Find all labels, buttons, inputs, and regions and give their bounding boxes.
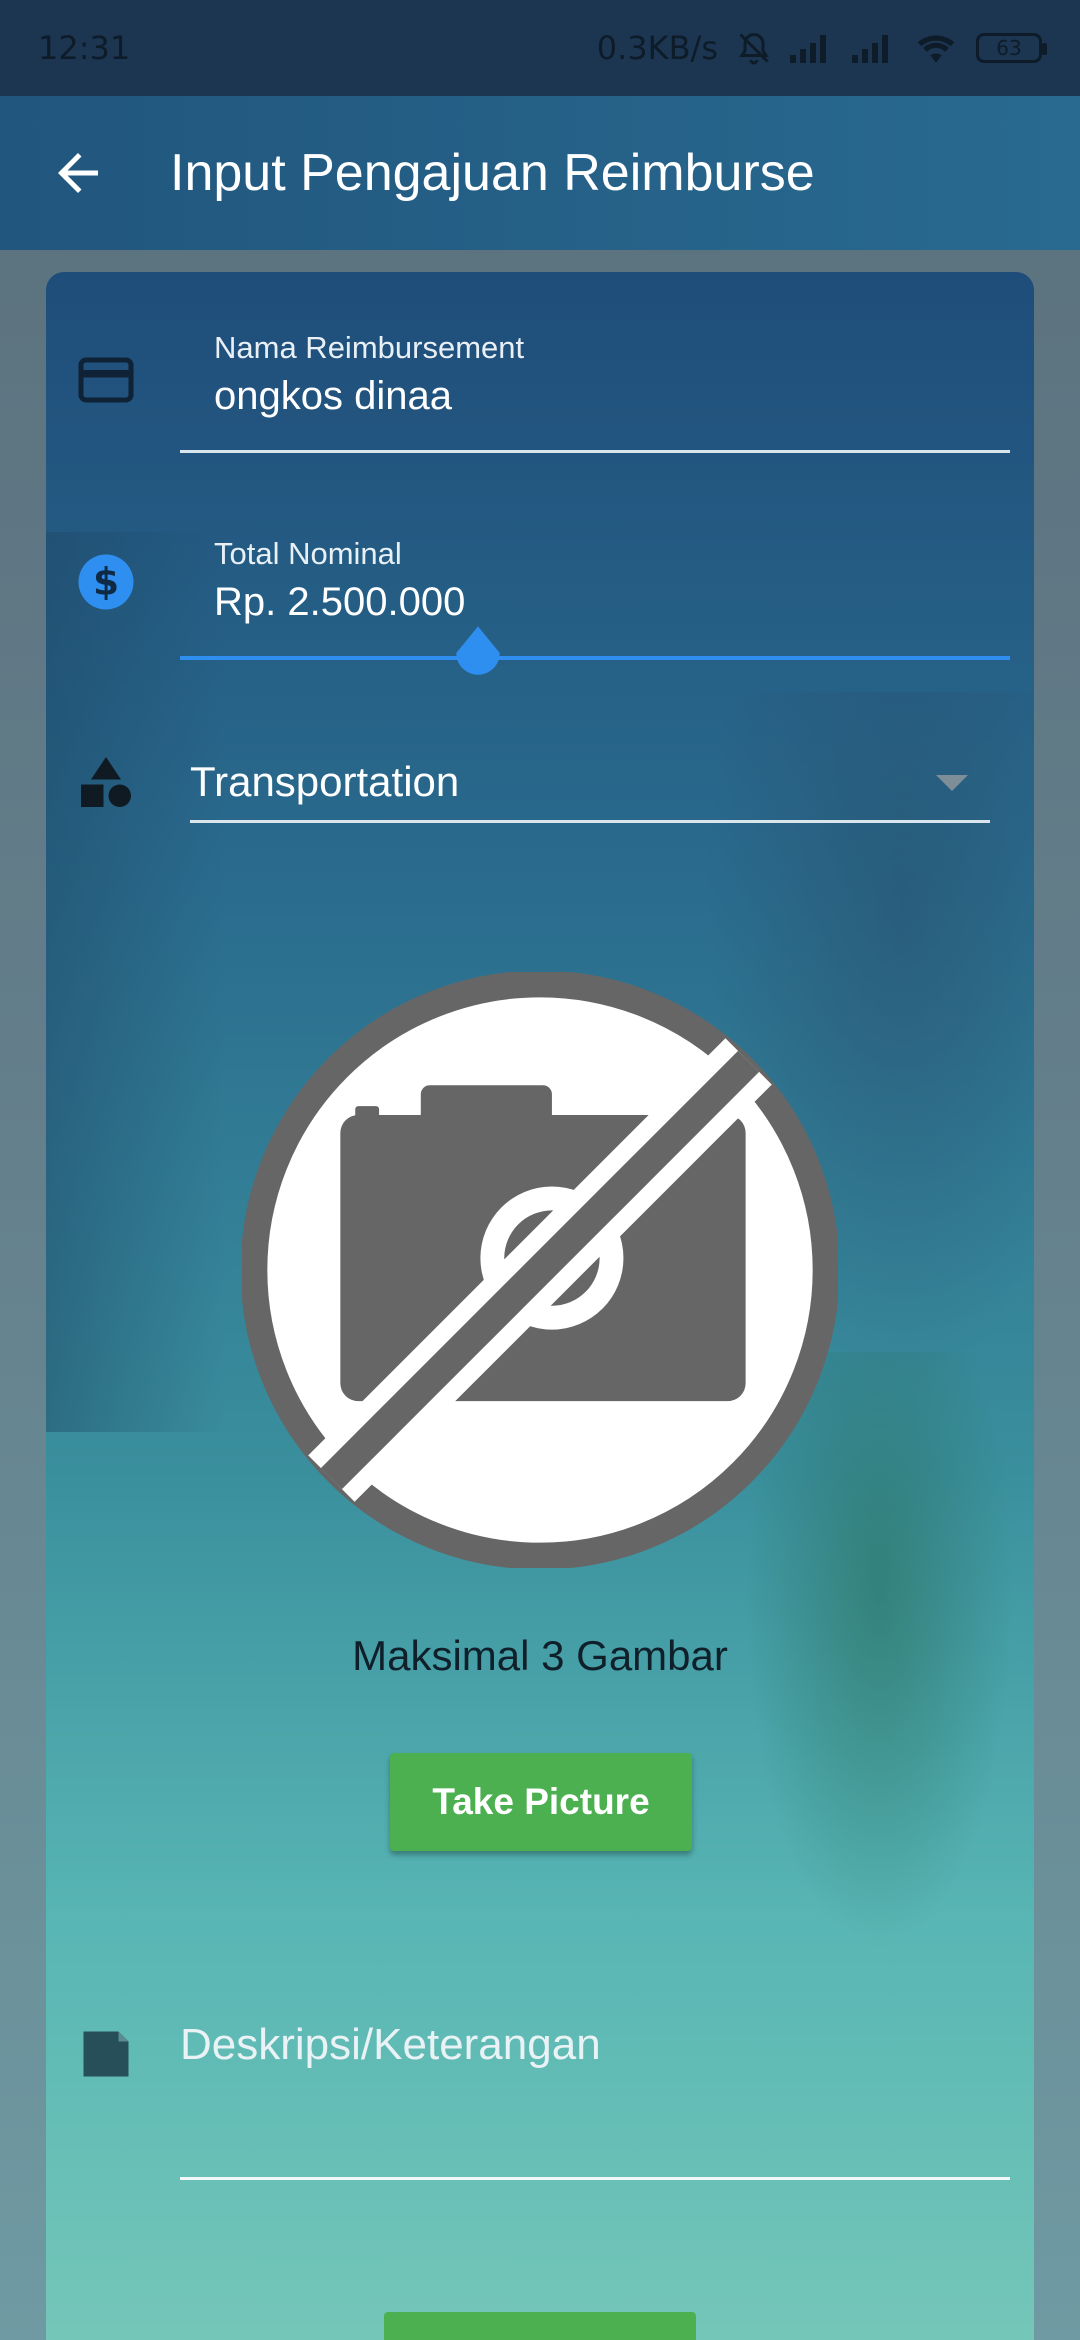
network-speed: 0.3KB/s (596, 29, 718, 67)
status-bar: 12:31 0.3KB/s 63 (0, 0, 1080, 96)
name-field-label: Nama Reimbursement (214, 330, 525, 365)
status-icons: 0.3KB/s 63 (596, 29, 1047, 67)
no-camera-icon (242, 972, 838, 1568)
category-selected: Transportation (190, 758, 460, 805)
take-picture-button[interactable]: Take Picture (390, 1753, 692, 1851)
category-underline (190, 820, 990, 823)
cursor-handle-icon[interactable] (449, 624, 507, 682)
signal-icon-2 (852, 35, 888, 63)
name-field-underline (180, 450, 1010, 453)
arrow-left-icon[interactable] (48, 143, 108, 203)
image-limit-note: Maksimal 3 Gambar (352, 1632, 728, 1679)
dollar-circle-icon: $ (78, 554, 134, 610)
name-field-value[interactable]: ongkos dinaa (214, 374, 452, 419)
chevron-down-icon (936, 775, 968, 791)
amount-field-underline-active (180, 656, 1010, 660)
page-title: Input Pengajuan Reimburse (170, 144, 815, 202)
app-bar: Input Pengajuan Reimburse (0, 96, 1080, 250)
amount-field-label: Total Nominal (214, 536, 402, 571)
battery-level: 63 (996, 36, 1022, 60)
amount-field-value[interactable]: Rp. 2.500.000 (214, 580, 465, 625)
signal-icon (790, 35, 826, 63)
status-time: 12:31 (38, 29, 131, 67)
note-icon (83, 2031, 129, 2077)
bell-off-icon (739, 32, 769, 65)
card-icon (78, 357, 134, 403)
description-placeholder: Deskripsi/Keterangan (180, 2020, 601, 2069)
form-card: Nama Reimbursement ongkos dinaa $ Total … (46, 272, 1034, 2340)
background-image-left (46, 532, 226, 1432)
battery-icon: 63 (976, 33, 1047, 63)
svg-text:$: $ (93, 560, 119, 604)
submit-button[interactable] (384, 2312, 696, 2340)
wifi-icon (917, 35, 955, 63)
description-underline (180, 2177, 1010, 2180)
shapes-icon (81, 757, 131, 807)
